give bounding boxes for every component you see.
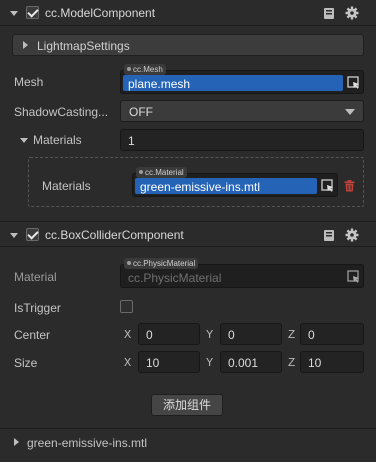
model-component-enable-checkbox[interactable] <box>26 6 39 19</box>
material-value[interactable]: green-emissive-ins.mtl <box>135 178 317 194</box>
browse-icon[interactable] <box>347 76 361 90</box>
mesh-label: Mesh <box>14 75 44 89</box>
shadow-casting-value: OFF <box>129 105 153 119</box>
size-label: Size <box>14 356 38 370</box>
gear-icon[interactable] <box>345 228 359 242</box>
physic-material-label: Material <box>14 270 57 284</box>
center-x-axis-label: X <box>124 328 132 342</box>
material-type-badge: cc.Material <box>136 167 187 178</box>
mesh-value[interactable]: plane.mesh <box>123 75 343 91</box>
size-z-input[interactable]: 10 <box>300 351 364 373</box>
materials-item-label: Materials <box>42 179 91 193</box>
expand-caret-icon[interactable] <box>23 41 28 49</box>
materials-collapse-icon[interactable] <box>20 138 28 143</box>
size-x-input[interactable]: 10 <box>138 351 200 373</box>
gear-icon[interactable] <box>345 6 359 20</box>
box-collider-title: cc.BoxColliderComponent <box>45 228 184 242</box>
model-component-header[interactable]: cc.ModelComponent <box>0 0 376 26</box>
shadow-casting-label: ShadowCasting... <box>14 105 109 119</box>
shadow-casting-select[interactable]: OFF <box>120 100 364 122</box>
trash-icon[interactable] <box>344 180 355 192</box>
lightmap-settings-label: LightmapSettings <box>37 39 130 53</box>
footer-asset-name: green-emissive-ins.mtl <box>27 436 148 450</box>
book-icon[interactable] <box>323 229 336 242</box>
center-x-input[interactable]: 0 <box>138 323 200 345</box>
materials-count-input[interactable]: 1 <box>120 129 364 151</box>
size-y-axis-label: Y <box>206 356 214 370</box>
center-z-axis-label: Z <box>288 328 296 342</box>
model-component-title: cc.ModelComponent <box>45 6 156 20</box>
browse-icon[interactable] <box>321 179 335 193</box>
browse-icon[interactable] <box>347 270 361 284</box>
lightmap-settings-bar[interactable]: LightmapSettings <box>12 34 364 56</box>
asset-footer[interactable]: green-emissive-ins.mtl <box>0 428 376 462</box>
book-icon[interactable] <box>323 7 336 20</box>
center-y-axis-label: Y <box>206 328 214 342</box>
mesh-asset-field[interactable]: cc.Mesh plane.mesh <box>120 64 364 94</box>
expand-caret-icon[interactable] <box>14 438 19 446</box>
istrigger-label: IsTrigger <box>14 301 61 315</box>
collapse-caret-icon[interactable] <box>10 11 18 16</box>
size-z-axis-label: Z <box>288 356 296 370</box>
size-y-input[interactable]: 0.001 <box>220 351 282 373</box>
physic-material-field[interactable]: cc.PhysicMaterial cc.PhysicMaterial <box>120 258 364 288</box>
center-label: Center <box>14 328 51 342</box>
mesh-type-badge: cc.Mesh <box>124 64 166 75</box>
box-collider-enable-checkbox[interactable] <box>26 228 39 241</box>
chevron-down-icon <box>345 109 355 115</box>
physic-material-type-badge: cc.PhysicMaterial <box>124 258 199 269</box>
collapse-caret-icon[interactable] <box>10 233 18 238</box>
add-component-button[interactable]: 添加组件 <box>151 394 223 416</box>
materials-label: Materials <box>33 133 82 147</box>
center-z-input[interactable]: 0 <box>300 323 364 345</box>
center-y-input[interactable]: 0 <box>220 323 282 345</box>
box-collider-header[interactable]: cc.BoxColliderComponent <box>0 221 376 247</box>
istrigger-checkbox[interactable] <box>120 300 133 313</box>
size-x-axis-label: X <box>124 356 132 370</box>
material-asset-field[interactable]: cc.Material green-emissive-ins.mtl <box>132 167 338 197</box>
physic-material-placeholder[interactable]: cc.PhysicMaterial <box>123 269 343 285</box>
